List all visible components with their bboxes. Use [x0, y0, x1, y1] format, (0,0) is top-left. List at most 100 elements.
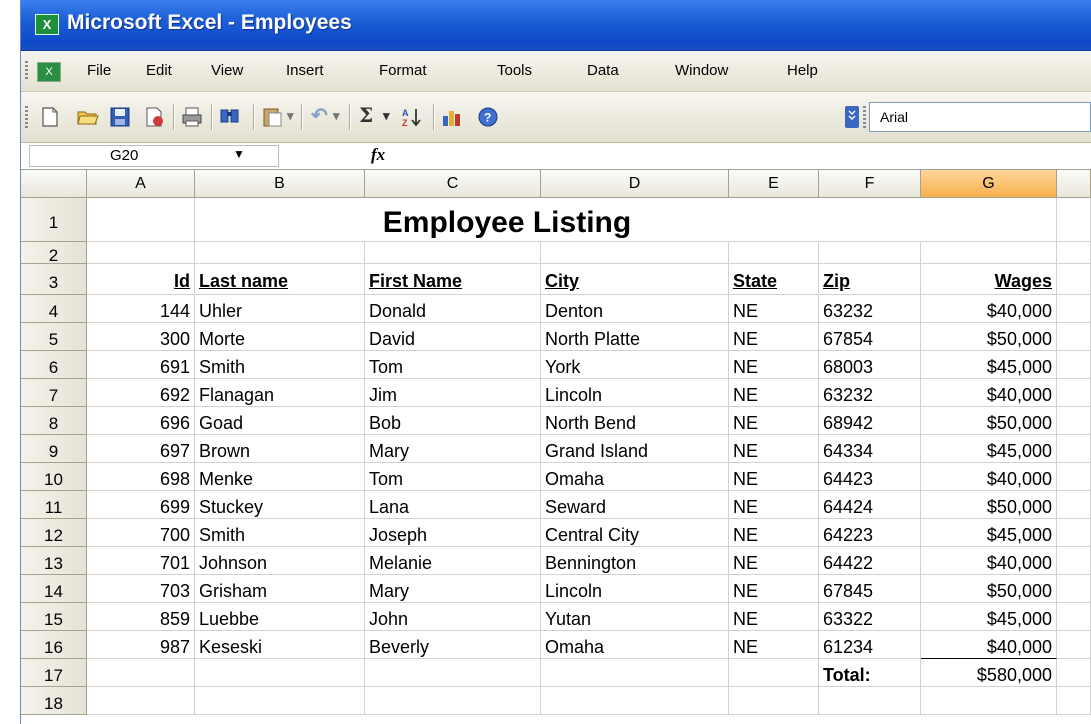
- cell[interactable]: [729, 659, 819, 687]
- cell-state[interactable]: NE: [729, 575, 819, 603]
- column-header-d[interactable]: D: [541, 170, 729, 198]
- cell-wages[interactable]: $50,000: [921, 575, 1057, 603]
- cell-wages[interactable]: $50,000: [921, 323, 1057, 351]
- column-header-f[interactable]: F: [819, 170, 921, 198]
- cell-id[interactable]: 700: [87, 519, 195, 547]
- cell-city[interactable]: York: [541, 351, 729, 379]
- column-header-a[interactable]: A: [87, 170, 195, 198]
- total-label[interactable]: Total:: [819, 659, 921, 687]
- cell-wages[interactable]: $40,000: [921, 463, 1057, 491]
- cell-state[interactable]: NE: [729, 603, 819, 631]
- cell-city[interactable]: Lincoln: [541, 379, 729, 407]
- cell[interactable]: [1057, 435, 1091, 463]
- cell-city[interactable]: Central City: [541, 519, 729, 547]
- cell-last[interactable]: Stuckey: [195, 491, 365, 519]
- cell-last[interactable]: Smith: [195, 351, 365, 379]
- select-all-corner[interactable]: [21, 170, 87, 198]
- cell[interactable]: [1057, 351, 1091, 379]
- cell-zip[interactable]: 64334: [819, 435, 921, 463]
- cell-first[interactable]: Tom: [365, 351, 541, 379]
- cell[interactable]: [1057, 575, 1091, 603]
- cell-zip[interactable]: 63232: [819, 295, 921, 323]
- name-box-dropdown-icon[interactable]: ▼: [233, 147, 245, 161]
- cell-zip[interactable]: 64423: [819, 463, 921, 491]
- cell-city[interactable]: Yutan: [541, 603, 729, 631]
- cell[interactable]: [1057, 659, 1091, 687]
- column-title-first[interactable]: First Name: [365, 264, 541, 295]
- row-header[interactable]: 14: [21, 575, 87, 603]
- formatting-toolbar-grip[interactable]: [863, 106, 866, 128]
- print-icon[interactable]: [181, 106, 203, 128]
- cell[interactable]: [87, 687, 195, 715]
- cell-last[interactable]: Smith: [195, 519, 365, 547]
- row-header[interactable]: 16: [21, 631, 87, 659]
- column-title-zip[interactable]: Zip: [819, 264, 921, 295]
- row-header[interactable]: 6: [21, 351, 87, 379]
- research-icon[interactable]: [219, 106, 241, 128]
- cell-state[interactable]: NE: [729, 379, 819, 407]
- cell-first[interactable]: Mary: [365, 435, 541, 463]
- cell[interactable]: [87, 198, 195, 242]
- row-header[interactable]: 4: [21, 295, 87, 323]
- cell[interactable]: [541, 659, 729, 687]
- cell-id[interactable]: 703: [87, 575, 195, 603]
- cell[interactable]: [541, 687, 729, 715]
- cell-zip[interactable]: 68942: [819, 407, 921, 435]
- cell[interactable]: [87, 659, 195, 687]
- menu-view[interactable]: View: [211, 62, 243, 79]
- cell[interactable]: [195, 242, 365, 264]
- cell[interactable]: [921, 198, 1057, 242]
- cell-first[interactable]: Jim: [365, 379, 541, 407]
- cell-city[interactable]: Omaha: [541, 463, 729, 491]
- row-header[interactable]: 17: [21, 659, 87, 687]
- cell[interactable]: [819, 687, 921, 715]
- column-header-b[interactable]: B: [195, 170, 365, 198]
- row-header[interactable]: 15: [21, 603, 87, 631]
- cell-state[interactable]: NE: [729, 435, 819, 463]
- cell-id[interactable]: 300: [87, 323, 195, 351]
- cell-first[interactable]: Beverly: [365, 631, 541, 659]
- cell-wages[interactable]: $45,000: [921, 603, 1057, 631]
- cell-last[interactable]: Luebbe: [195, 603, 365, 631]
- autosum-dropdown-icon[interactable]: ▾: [383, 108, 390, 124]
- worksheet-grid[interactable]: A B C D E F G 1 Employee Listing 2 3 Id Last …: [21, 170, 1091, 724]
- cell[interactable]: [1057, 603, 1091, 631]
- cell[interactable]: [1057, 264, 1091, 295]
- total-value[interactable]: $580,000: [921, 659, 1057, 687]
- autosum-icon[interactable]: Σ: [359, 103, 373, 127]
- undo-dropdown-icon[interactable]: ▾: [333, 108, 340, 124]
- cell-state[interactable]: NE: [729, 295, 819, 323]
- menu-data[interactable]: Data: [587, 62, 619, 79]
- cell[interactable]: [1057, 631, 1091, 659]
- cell-state[interactable]: NE: [729, 631, 819, 659]
- menubar-grip[interactable]: [25, 61, 28, 81]
- cell-id[interactable]: 859: [87, 603, 195, 631]
- cell-first[interactable]: Melanie: [365, 547, 541, 575]
- chart-wizard-icon[interactable]: [441, 106, 463, 128]
- column-header-e[interactable]: E: [729, 170, 819, 198]
- cell-last[interactable]: Menke: [195, 463, 365, 491]
- cell-id[interactable]: 697: [87, 435, 195, 463]
- row-header[interactable]: 3: [21, 264, 87, 295]
- cell[interactable]: [365, 659, 541, 687]
- cell[interactable]: [365, 242, 541, 264]
- cell-first[interactable]: Mary: [365, 575, 541, 603]
- cell-state[interactable]: NE: [729, 491, 819, 519]
- cell[interactable]: [541, 242, 729, 264]
- cell-city[interactable]: North Platte: [541, 323, 729, 351]
- cell-state[interactable]: NE: [729, 323, 819, 351]
- cell-zip[interactable]: 64422: [819, 547, 921, 575]
- cell-zip[interactable]: 61234: [819, 631, 921, 659]
- column-title-city[interactable]: City: [541, 264, 729, 295]
- cell-first[interactable]: Joseph: [365, 519, 541, 547]
- cell-first[interactable]: John: [365, 603, 541, 631]
- cell-wages[interactable]: $45,000: [921, 435, 1057, 463]
- cell-last[interactable]: Goad: [195, 407, 365, 435]
- cell-last[interactable]: Grisham: [195, 575, 365, 603]
- cell-last[interactable]: Uhler: [195, 295, 365, 323]
- cell-wages[interactable]: $45,000: [921, 519, 1057, 547]
- cell-state[interactable]: NE: [729, 407, 819, 435]
- cell[interactable]: [729, 687, 819, 715]
- cell[interactable]: [1057, 198, 1091, 242]
- cell-id[interactable]: 698: [87, 463, 195, 491]
